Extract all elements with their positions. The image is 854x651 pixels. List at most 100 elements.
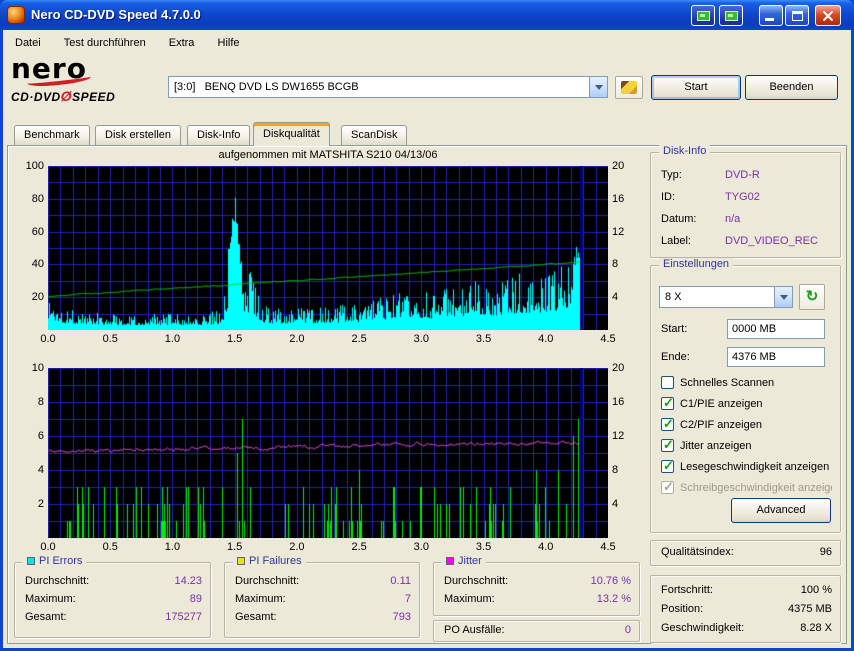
start-button[interactable]: Start: [651, 75, 741, 100]
checkbox-schreibgeschwindigkeit[interactable]: ✓Schreibgeschwindigkeit anzeigen: [661, 481, 833, 496]
progress-panel: Fortschritt:100 % Position:4375 MB Gesch…: [650, 575, 841, 643]
checkbox-lesegeschwindigkeit[interactable]: ✓Lesegeschwindigkeit anzeigen: [661, 460, 833, 475]
x-axis-label: 3.0: [409, 541, 433, 553]
stat-row: Durchschnitt:14.23: [25, 575, 202, 590]
disk-info-caption: Disk-Info: [659, 145, 710, 157]
stats-group-pi-failures: PI Failures Durchschnitt:0.11 Maximum:7 …: [224, 562, 420, 638]
chevron-down-icon: [780, 295, 788, 300]
x-axis-label: 1.0: [160, 333, 184, 345]
checkbox-c1-pie[interactable]: ✓C1/PIE anzeigen: [661, 397, 833, 412]
tab-disk-info[interactable]: Disk-Info: [187, 125, 250, 145]
quality-index-value: 96: [820, 546, 832, 561]
x-axis-label: 4.5: [596, 333, 620, 345]
speed-select-arrow[interactable]: [774, 287, 792, 307]
settings-caption: Einstellungen: [659, 258, 733, 270]
menu-item-extra[interactable]: Extra: [159, 34, 205, 52]
end-mb-field[interactable]: 4376 MB: [727, 347, 825, 367]
checkbox-box: ✓: [661, 376, 674, 389]
pif-jitter-plot: [48, 368, 608, 538]
stat-row: Maximum:7: [235, 593, 411, 608]
menu-bar: Datei Test durchführen Extra Hilfe: [5, 34, 250, 54]
refresh-icon: ↻: [806, 290, 819, 304]
y-axis-right-label: 8: [612, 464, 638, 476]
advanced-button[interactable]: Advanced: [731, 498, 831, 523]
tab-diskqualitaet[interactable]: Diskqualität: [253, 122, 330, 146]
maximize-button[interactable]: [785, 5, 809, 26]
stat-row: Durchschnitt:0.11: [235, 575, 411, 590]
progress-row: Geschwindigkeit:8.28 X: [661, 622, 832, 637]
y-axis-right-label: 20: [612, 362, 638, 374]
stats-group-jitter: Jitter Durchschnitt:10.76 % Maximum:13.2…: [433, 562, 640, 616]
x-axis-label: 0.5: [98, 333, 122, 345]
stat-row: Durchschnitt:10.76 %: [444, 575, 631, 590]
y-axis-right-label: 12: [612, 226, 638, 238]
close-button[interactable]: [815, 5, 841, 26]
tab-benchmark[interactable]: Benchmark: [14, 125, 90, 145]
checkbox-jitter[interactable]: ✓Jitter anzeigen: [661, 439, 833, 454]
stat-row: Gesamt:175277: [25, 611, 202, 626]
stat-row: PO Ausfälle:0: [444, 624, 631, 639]
x-axis-label: 3.5: [472, 333, 496, 345]
y-axis-left-label: 8: [12, 396, 44, 408]
start-mb-field[interactable]: 0000 MB: [727, 319, 825, 339]
checkbox-box: ✓: [661, 481, 674, 494]
checkbox-box: ✓: [661, 418, 674, 431]
window-title: Nero CD-DVD Speed 4.7.0.0: [31, 7, 201, 22]
disk-info-group: Disk-Info Typ:DVD-R ID:TYG02 Datum:n/a L…: [650, 152, 841, 258]
checkbox-schnelles-scannen[interactable]: ✓Schnelles Scannen: [661, 376, 833, 391]
client-area: Datei Test durchführen Extra Hilfe nero …: [3, 30, 851, 648]
checkbox-box: ✓: [661, 397, 674, 410]
speed-symbol-icon: Ø: [61, 88, 72, 104]
chart-title: aufgenommen mit MATSHITA S210 04/13/06: [48, 149, 608, 161]
x-axis-label: 1.5: [223, 333, 247, 345]
y-axis-right-label: 16: [612, 193, 638, 205]
stats-caption: Jitter: [458, 555, 482, 567]
speed-select[interactable]: 8 X: [659, 286, 793, 308]
y-axis-right-label: 16: [612, 396, 638, 408]
progress-row: Fortschritt:100 %: [661, 584, 832, 599]
x-axis-label: 3.0: [409, 333, 433, 345]
minimize-button[interactable]: [759, 5, 783, 26]
y-axis-right-label: 4: [612, 291, 638, 303]
pi-errors-legend-icon: [27, 557, 35, 565]
tab-scandisk[interactable]: ScanDisk: [341, 125, 407, 145]
x-axis-label: 0.5: [98, 541, 122, 553]
screen-icon: [725, 11, 738, 21]
app-window: Nero CD-DVD Speed 4.7.0.0 Datei Test dur…: [0, 0, 854, 651]
x-axis-label: 2.5: [347, 541, 371, 553]
y-axis-left-label: 80: [12, 193, 44, 205]
x-axis-label: 2.0: [285, 541, 309, 553]
y-axis-left-label: 40: [12, 258, 44, 270]
menu-item-hilfe[interactable]: Hilfe: [208, 34, 250, 52]
disk-info-row: Label:DVD_VIDEO_REC: [661, 235, 832, 250]
drive-select-arrow[interactable]: [589, 77, 607, 97]
po-failures-panel: PO Ausfälle:0: [433, 620, 640, 642]
drive-select[interactable]: [3:0] BENQ DVD LS DW1655 BCGB: [168, 76, 608, 98]
x-axis-label: 2.5: [347, 333, 371, 345]
y-axis-right-label: 20: [612, 160, 638, 172]
titlebar-tool-button-1[interactable]: [691, 5, 715, 26]
x-axis-label: 4.5: [596, 541, 620, 553]
pi-failures-legend-icon: [237, 557, 245, 565]
menu-item-test-durchfuehren[interactable]: Test durchführen: [54, 34, 156, 52]
stats-group-pi-errors: PI Errors Durchschnitt:14.23 Maximum:89 …: [14, 562, 211, 638]
drive-select-value: [3:0] BENQ DVD LS DW1655 BCGB: [169, 81, 589, 93]
y-axis-right-label: 4: [612, 498, 638, 510]
refresh-button[interactable]: ↻: [799, 284, 825, 310]
brush-icon: [621, 81, 637, 94]
beenden-button[interactable]: Beenden: [745, 75, 838, 100]
chevron-down-icon: [595, 85, 603, 90]
toolbar-extra-button[interactable]: [615, 76, 643, 99]
y-axis-left-label: 4: [12, 464, 44, 476]
tab-disk-erstellen[interactable]: Disk erstellen: [95, 125, 181, 145]
titlebar-tool-button-2[interactable]: [719, 5, 743, 26]
y-axis-left-label: 60: [12, 226, 44, 238]
stats-caption: PI Failures: [249, 555, 302, 567]
jitter-legend-icon: [446, 557, 454, 565]
end-field-label: Ende:: [661, 351, 690, 363]
menu-item-datei[interactable]: Datei: [5, 34, 51, 52]
title-bar[interactable]: Nero CD-DVD Speed 4.7.0.0: [0, 0, 854, 30]
disk-info-row: Datum:n/a: [661, 213, 832, 228]
settings-group: Einstellungen 8 X ↻ Start: 0000 MB Ende:…: [650, 265, 841, 533]
checkbox-c2-pif[interactable]: ✓C2/PIF anzeigen: [661, 418, 833, 433]
